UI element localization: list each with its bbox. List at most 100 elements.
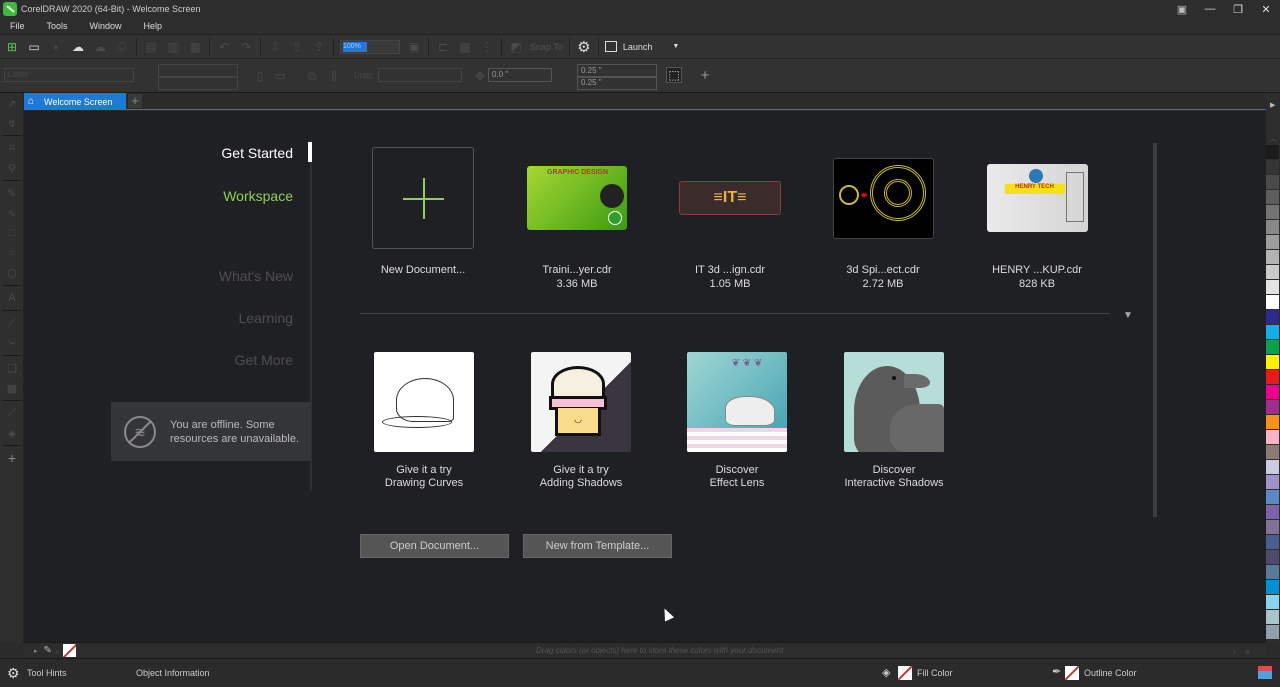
color-swatch[interactable]: [1266, 595, 1279, 610]
ellipse-tool-icon[interactable]: ○: [0, 243, 24, 263]
color-swatch[interactable]: [1266, 550, 1279, 565]
transparency-icon[interactable]: ▩: [0, 378, 24, 398]
save-icon[interactable]: ▪: [48, 39, 64, 55]
options-gear-icon[interactable]: ⚙: [576, 39, 592, 56]
landscape-icon[interactable]: ▭: [272, 68, 288, 84]
nudge-distance-field[interactable]: 0.0 ": [488, 68, 552, 82]
recent-file-card[interactable]: HENRY TECH HENRY ...KUP.cdr 828 KB: [972, 147, 1102, 291]
scroll-left-icon[interactable]: ‹: [56, 646, 59, 656]
color-swatch[interactable]: [1266, 505, 1279, 520]
color-swatch[interactable]: [1266, 190, 1279, 205]
restore-button[interactable]: ❐: [1224, 0, 1252, 18]
zoom-tool-icon[interactable]: ⚲: [0, 158, 24, 178]
export-icon[interactable]: ⇧: [289, 39, 305, 55]
object-info-label[interactable]: Object Information: [136, 668, 210, 678]
snap-icon[interactable]: ◩: [508, 39, 524, 55]
color-swatch[interactable]: [1266, 610, 1279, 625]
fill-color-swatch[interactable]: [898, 666, 912, 680]
full-screen-icon[interactable]: ▣: [406, 39, 422, 55]
color-swatch[interactable]: [1266, 175, 1279, 190]
pick-tool-icon[interactable]: ➚: [0, 93, 24, 113]
rectangle-tool-icon[interactable]: □: [0, 223, 24, 243]
copy-icon[interactable]: ▥: [165, 39, 181, 55]
color-swatch[interactable]: [1266, 445, 1279, 460]
shape-tool-icon[interactable]: ↯: [0, 113, 24, 133]
recent-file-card[interactable]: 3d Spi...ect.cdr 2.72 MB: [818, 147, 948, 291]
color-swatch[interactable]: [1266, 490, 1279, 505]
cloud-download-icon[interactable]: ☁: [70, 39, 86, 55]
tutorial-card[interactable]: Give it a try Drawing Curves: [354, 352, 494, 490]
palette-scroll-up-icon[interactable]: ︿: [1269, 133, 1277, 144]
nav-learning[interactable]: Learning: [239, 310, 294, 326]
rulers-icon[interactable]: ⊏: [435, 39, 451, 55]
color-swatch[interactable]: [1266, 340, 1279, 355]
menu-tools[interactable]: Tools: [41, 21, 74, 31]
scroll-right-icon[interactable]: ›: [1233, 646, 1236, 656]
color-swatch[interactable]: [1266, 475, 1279, 490]
eyedropper-icon[interactable]: ⟋: [0, 403, 24, 423]
color-swatch[interactable]: [1266, 235, 1279, 250]
color-swatch[interactable]: [1266, 400, 1279, 415]
polygon-tool-icon[interactable]: ⬡: [0, 263, 24, 283]
color-swatch[interactable]: [1266, 430, 1279, 445]
crop-tool-icon[interactable]: ⌗: [0, 138, 24, 158]
guidelines-icon[interactable]: ⋮: [479, 39, 495, 55]
menu-help[interactable]: Help: [138, 21, 169, 31]
color-swatch[interactable]: [1266, 580, 1279, 595]
color-swatch[interactable]: [1266, 265, 1279, 280]
color-swatch[interactable]: [1266, 625, 1279, 640]
add-tool-icon[interactable]: +: [0, 448, 24, 468]
cloud-upload-icon[interactable]: ☁: [92, 39, 108, 55]
color-swatch[interactable]: [1266, 565, 1279, 580]
color-swatch[interactable]: [1266, 355, 1279, 370]
color-swatch[interactable]: [1266, 415, 1279, 430]
paste-icon[interactable]: ▦: [187, 39, 203, 55]
account-icon[interactable]: ▣: [1168, 0, 1196, 18]
print-icon[interactable]: ⎙: [114, 39, 130, 55]
color-swatch[interactable]: [1266, 145, 1279, 160]
color-swatch[interactable]: [1266, 310, 1279, 325]
expand-recent-icon[interactable]: ▼: [1123, 310, 1133, 321]
tutorial-card[interactable]: ◡ Give it a try Adding Shadows: [511, 352, 651, 490]
add-icon[interactable]: +: [697, 67, 713, 84]
vertical-scrollbar[interactable]: [1153, 143, 1157, 517]
zoom-level-dropdown[interactable]: 100%: [340, 39, 400, 54]
connector-tool-icon[interactable]: ⤷: [0, 333, 24, 353]
outline-color-swatch[interactable]: [1065, 666, 1079, 680]
menu-window[interactable]: Window: [84, 21, 128, 31]
treat-as-filled-icon[interactable]: ⬚: [666, 67, 682, 83]
redo-icon[interactable]: ↷: [238, 39, 254, 55]
color-swatch[interactable]: [1266, 325, 1279, 340]
new-document-icon[interactable]: ⊞: [4, 39, 20, 55]
color-swatch[interactable]: [1266, 520, 1279, 535]
tutorial-card[interactable]: ❦ ❦ ❦ Discover Effect Lens: [667, 352, 807, 490]
artistic-media-icon[interactable]: ∿: [0, 203, 24, 223]
color-swatch[interactable]: [1266, 205, 1279, 220]
gear-icon[interactable]: ⚙: [7, 665, 20, 682]
drop-shadow-icon[interactable]: ❏: [0, 358, 24, 378]
publish-icon[interactable]: ⇪: [311, 39, 327, 55]
color-swatch[interactable]: [1266, 250, 1279, 265]
page-height-field[interactable]: [158, 76, 238, 90]
no-color-swatch[interactable]: [62, 644, 76, 657]
close-button[interactable]: ✕: [1252, 0, 1280, 18]
open-document-button[interactable]: Open Document...: [360, 534, 509, 558]
grid-icon[interactable]: ▦: [457, 39, 473, 55]
color-swatch[interactable]: [1266, 220, 1279, 235]
interactive-fill-icon[interactable]: ◈: [0, 423, 24, 443]
color-swatch[interactable]: [1266, 460, 1279, 475]
eyedropper-icon[interactable]: ✎: [44, 645, 52, 656]
tutorial-card[interactable]: Discover Interactive Shadows: [824, 352, 964, 490]
freehand-tool-icon[interactable]: ✎: [0, 183, 24, 203]
recent-file-card[interactable]: GRAPHIC DESIGN Traini...yer.cdr 3.36 MB: [512, 147, 642, 291]
color-swatch[interactable]: [1266, 160, 1279, 175]
color-swatch[interactable]: [1266, 370, 1279, 385]
color-swatch[interactable]: [1266, 280, 1279, 295]
new-tab-button[interactable]: +: [128, 94, 142, 108]
palette-expand-arrow-icon[interactable]: ▸: [34, 647, 38, 655]
page-size-dropdown[interactable]: Letter: [4, 68, 134, 82]
color-swatch[interactable]: [1266, 535, 1279, 550]
expand-docker-icon[interactable]: ▶: [1270, 101, 1275, 109]
all-pages-icon[interactable]: ⧉: [304, 68, 320, 84]
new-from-template-button[interactable]: New from Template...: [523, 534, 672, 558]
